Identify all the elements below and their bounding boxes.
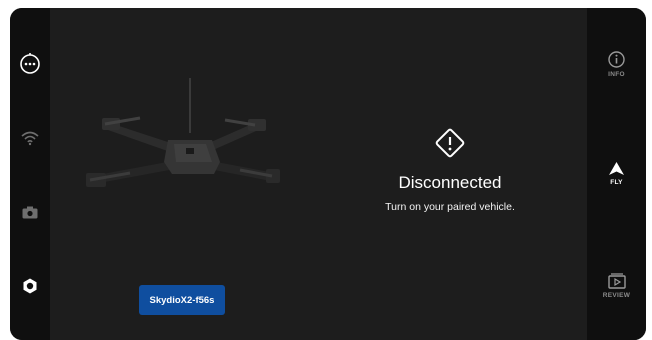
- left-sidebar: [10, 8, 50, 340]
- settings-gear-icon: [23, 278, 37, 294]
- review-label: REVIEW: [602, 292, 631, 299]
- wifi-button[interactable]: [20, 128, 40, 148]
- app-screen: Disconnected Turn on your paired vehicle…: [10, 8, 646, 340]
- status-title: Disconnected: [398, 173, 502, 192]
- right-sidebar: INFO FLY REVIEW: [587, 8, 646, 340]
- review-button[interactable]: REVIEW: [587, 265, 646, 307]
- fly-button[interactable]: FLY: [587, 154, 646, 194]
- status-message: Turn on your paired vehicle.: [385, 201, 515, 213]
- camera-icon: [22, 206, 38, 218]
- vehicle-name-button[interactable]: SkydioX2-f56s: [139, 285, 225, 315]
- info-button[interactable]: INFO: [587, 44, 646, 84]
- info-label: INFO: [608, 70, 625, 78]
- camera-button[interactable]: [21, 204, 39, 220]
- connection-status: Disconnected Turn on your paired vehicle…: [355, 126, 545, 213]
- fly-arrow-icon: [609, 162, 624, 175]
- more-options-icon: [20, 53, 40, 74]
- drone-image: [86, 78, 280, 187]
- info-icon: [608, 50, 625, 68]
- more-options-button[interactable]: [19, 53, 41, 75]
- fly-label: FLY: [610, 179, 623, 186]
- review-media-icon: [607, 273, 626, 289]
- settings-button[interactable]: [20, 276, 40, 296]
- warning-diamond-icon: [435, 128, 465, 158]
- wifi-icon: [21, 131, 39, 146]
